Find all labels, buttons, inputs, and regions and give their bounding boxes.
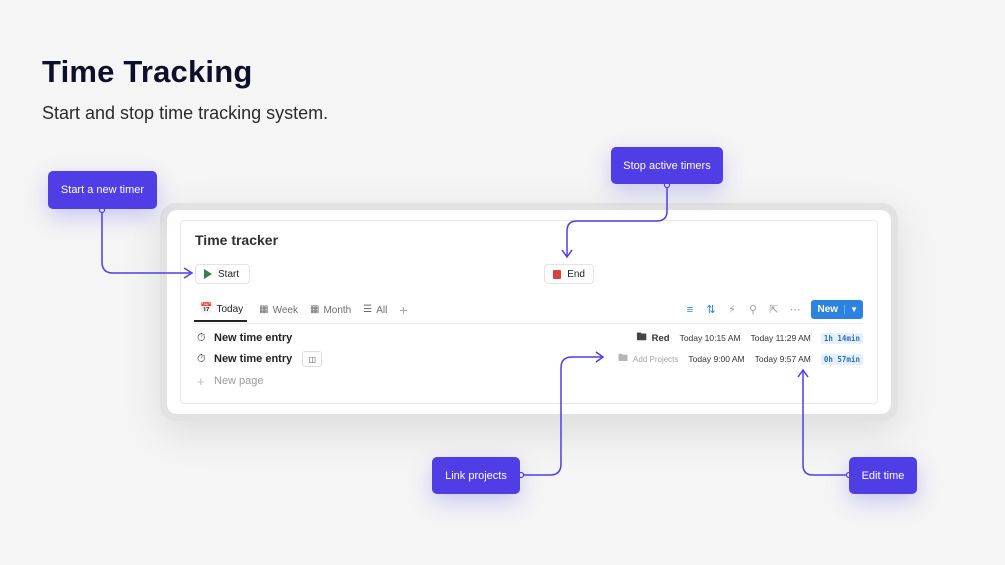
tab-all[interactable]: ☰ All <box>363 298 387 322</box>
callout-edit-time: Edit time <box>849 457 917 494</box>
start-time[interactable]: Today 10:15 AM <box>680 333 741 343</box>
start-button[interactable]: Start <box>195 264 250 284</box>
project-tag[interactable]: 🖿 Red <box>637 330 670 347</box>
view-toolbar: ≡ ⇅ ⚡ ⚲ ⇱ ⋯ New ▼ <box>685 300 863 319</box>
callout-stop-timers: Stop active timers <box>611 147 723 184</box>
end-label: End <box>567 268 585 280</box>
tab-label: Week <box>272 304 298 316</box>
entry-title[interactable]: New time entry <box>214 332 292 344</box>
new-page-label: New page <box>214 375 264 387</box>
calendar-icon: 📅 <box>200 303 213 314</box>
filter-icon[interactable]: ≡ <box>685 304 696 316</box>
more-icon[interactable]: ⋯ <box>790 303 801 316</box>
screenshot-frame: Time tracker Start End 📅 Today ▦ Week ▦ … <box>160 203 898 421</box>
end-time[interactable]: Today 9:57 AM <box>755 354 811 364</box>
entry-title[interactable]: New time entry <box>214 353 292 365</box>
tab-month[interactable]: ▦ Month <box>310 298 351 322</box>
tab-today[interactable]: 📅 Today <box>194 298 248 322</box>
sort-icon[interactable]: ⇅ <box>706 303 717 316</box>
end-time[interactable]: Today 11:29 AM <box>751 333 811 343</box>
table-row[interactable]: ⏱ New time entry 🖿 Red Today 10:15 AM To… <box>197 329 863 347</box>
project-placeholder: Add Projects <box>633 354 679 364</box>
page-subtitle: Start and stop time tracking system. <box>42 103 329 123</box>
start-time[interactable]: Today 9:00 AM <box>688 354 744 364</box>
start-label: Start <box>218 268 240 280</box>
entry-properties: 🖿 Red Today 10:15 AM Today 11:29 AM 1h 1… <box>637 330 863 347</box>
search-icon[interactable]: ⚲ <box>748 303 759 316</box>
table-row[interactable]: ⏱ New time entry ◫ 🖿 Add Projects Today … <box>197 350 863 368</box>
tracker-title: Time tracker <box>195 232 279 248</box>
screenshot-inner: Time tracker Start End 📅 Today ▦ Week ▦ … <box>167 210 891 414</box>
chevron-down-icon[interactable]: ▼ <box>844 305 863 314</box>
project-name: Red <box>651 332 670 344</box>
new-label: New <box>817 304 839 315</box>
entry-properties: 🖿 Add Projects Today 9:00 AM Today 9:57 … <box>618 351 863 368</box>
end-button[interactable]: End <box>544 264 594 284</box>
duration-badge: 0h 57min <box>820 353 863 365</box>
folder-icon: 🖿 <box>636 331 647 343</box>
tab-label: Month <box>323 304 352 316</box>
stopwatch-icon: ⏱ <box>197 331 206 344</box>
time-tracker-card: Time tracker Start End 📅 Today ▦ Week ▦ … <box>180 220 878 404</box>
folder-icon: 🖿 <box>618 352 629 364</box>
tab-week[interactable]: ▦ Week <box>259 298 298 322</box>
tab-label: Today <box>216 303 244 315</box>
callout-link-projects: Link projects <box>432 457 520 494</box>
calendar-grid-icon: ▦ <box>259 304 269 315</box>
expand-icon[interactable]: ⇱ <box>769 303 780 316</box>
open-page-icon[interactable]: ◫ <box>302 351 323 367</box>
page-title: Time Tracking <box>42 54 253 89</box>
callout-start-timer: Start a new timer <box>48 171 157 209</box>
automation-icon[interactable]: ⚡ <box>727 303 738 316</box>
add-view-icon[interactable]: + <box>399 302 407 318</box>
play-icon <box>204 269 212 279</box>
calendar-grid-icon: ▦ <box>309 304 320 315</box>
stop-icon <box>553 269 562 279</box>
plus-icon: + <box>197 373 205 389</box>
tab-label: All <box>376 304 388 316</box>
new-button[interactable]: New ▼ <box>810 300 863 319</box>
duration-badge: 1h 14min <box>820 332 863 344</box>
stopwatch-icon: ⏱ <box>197 352 206 365</box>
tabs-divider <box>194 323 863 324</box>
timeline-icon: ☰ <box>363 304 373 315</box>
add-projects-field[interactable]: 🖿 Add Projects <box>618 351 678 368</box>
view-tabs: 📅 Today ▦ Week ▦ Month ☰ All + <box>194 298 408 322</box>
new-page-row[interactable]: + New page <box>197 372 863 390</box>
